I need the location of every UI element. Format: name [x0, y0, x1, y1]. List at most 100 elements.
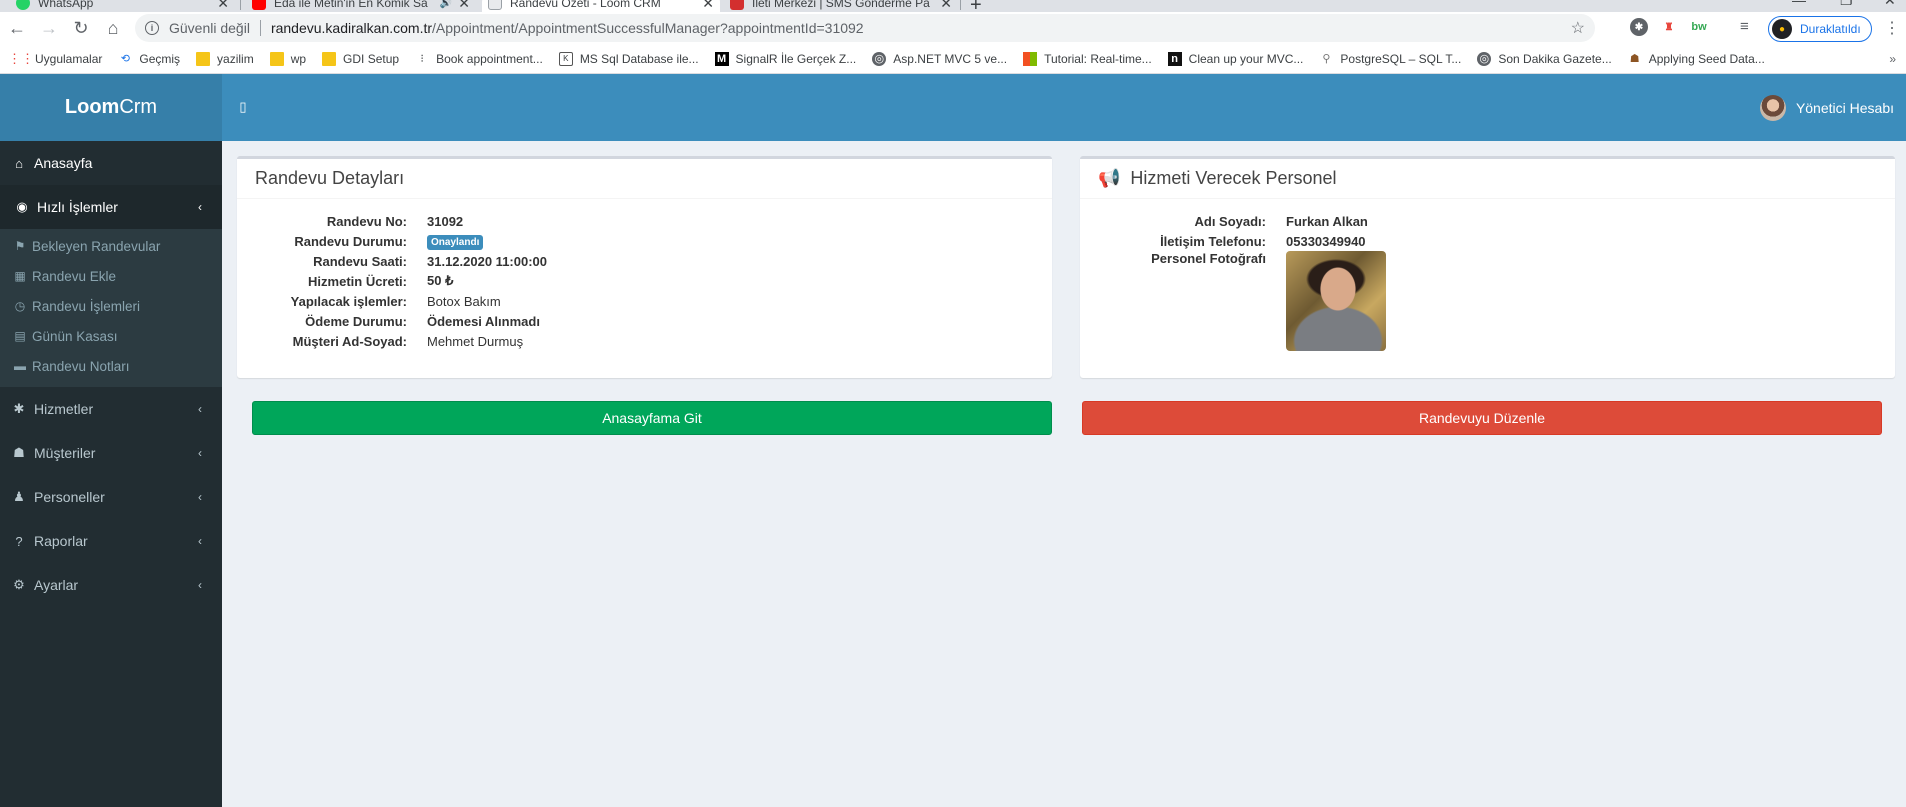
user-menu[interactable]: Yönetici Hesabı: [1759, 74, 1894, 141]
extension-gear-icon[interactable]: ✱: [1630, 18, 1648, 36]
browser-tab-youtube[interactable]: Eda ile Metin'in En Komik Sa 🔊 ✕: [246, 0, 476, 12]
sidebar-item-raporlar[interactable]: ? Raporlar ‹: [0, 519, 222, 563]
sidebar-item-musteriler[interactable]: ☗ Müşteriler ‹: [0, 431, 222, 475]
profile-button[interactable]: ● Duraklatıldı: [1768, 16, 1872, 42]
bookmark-aspnet[interactable]: ◎ Asp.NET MVC 5 ve...: [864, 47, 1015, 71]
bookmark-label: Uygulamalar: [35, 51, 103, 66]
url-divider: [259, 20, 261, 36]
bookmark-star-icon[interactable]: ☆: [1571, 18, 1585, 38]
bookmark-son-dakika[interactable]: ◎ Son Dakika Gazete...: [1469, 47, 1619, 71]
address-bar[interactable]: i Güvenli değil randevu.kadiralkan.com.t…: [135, 14, 1595, 42]
bookmark-apps[interactable]: ⋮⋮ Uygulamalar: [6, 47, 110, 71]
tab-title: WhatsApp: [38, 0, 94, 10]
tab-title: Eda ile Metin'in En Komik Sa: [274, 0, 428, 10]
minimize-icon[interactable]: —: [1792, 0, 1806, 8]
url-path[interactable]: /Appointment/AppointmentSuccessfulManage…: [432, 20, 864, 36]
detail-label: İletişim Telefonu:: [1160, 233, 1266, 249]
bookmark-folder-yazilim[interactable]: yazilim: [188, 47, 262, 71]
bookmark-folder-wp[interactable]: wp: [262, 47, 314, 71]
bookmarks-overflow-icon[interactable]: »: [1889, 52, 1896, 66]
sidebar-item-label: Müşteriler: [34, 445, 96, 461]
staff-details-list: Adı Soyadı: Furkan Alkan İletişim Telefo…: [1080, 199, 1895, 351]
bookmark-label: Clean up your MVC...: [1188, 51, 1304, 66]
bookmark-tutorial[interactable]: Tutorial: Real-time...: [1015, 47, 1160, 71]
more-menu-icon[interactable]: ⋮: [1884, 18, 1900, 38]
home-page-icon[interactable]: ⌂: [98, 13, 128, 43]
sidebar-item-personeller[interactable]: ♟ Personeller ‹: [0, 475, 222, 519]
users-icon: ☗: [13, 445, 25, 460]
bookmark-book-appointment[interactable]: ⁝ Book appointment...: [407, 47, 551, 71]
sql-icon: ⚲: [1322, 53, 1331, 65]
submenu-label: Randevu Ekle: [32, 268, 117, 284]
detail-row: Randevu Durumu: Onaylandı: [237, 231, 1052, 251]
media-queue-icon[interactable]: ≡: [1740, 18, 1749, 35]
close-icon[interactable]: ✕: [458, 0, 470, 12]
sidebar-item-hizli-islemler[interactable]: ◉ Hızlı İşlemler ‹: [0, 185, 222, 229]
sidebar: ⌂ Anasayfa ◉ Hızlı İşlemler ‹ ⚑ Bekleyen…: [0, 141, 222, 807]
sidebar-item-ayarlar[interactable]: ⚙ Ayarlar ‹: [0, 563, 222, 607]
close-window-icon[interactable]: ✕: [1884, 0, 1896, 9]
dots-icon: ⁝: [420, 53, 424, 65]
sidebar-toggle-icon[interactable]: ▯: [234, 98, 252, 116]
browser-tab-whatsapp[interactable]: WhatsApp ✕: [10, 0, 235, 12]
bookmark-cleanup[interactable]: n Clean up your MVC...: [1160, 47, 1312, 71]
edit-appointment-button[interactable]: Randevuyu Düzenle: [1082, 401, 1882, 435]
cogs-icon: ⚙: [13, 577, 25, 592]
tab-separator: [960, 0, 961, 10]
detail-label: Personel Fotoğrafı: [1151, 251, 1266, 266]
go-home-button[interactable]: Anasayfama Git: [252, 401, 1052, 435]
bookmark-history[interactable]: ⟲ Geçmiş: [110, 47, 188, 71]
url-host[interactable]: randevu.kadiralkan.com.tr: [271, 20, 432, 36]
info-icon[interactable]: i: [145, 21, 159, 35]
sidebar-item-label: Anasayfa: [34, 155, 93, 171]
browser-tab-sms[interactable]: İleti Merkezi | SMS Gönderme Pa ✕: [724, 0, 958, 12]
bookmark-postgresql[interactable]: ⚲ PostgreSQL – SQL T...: [1311, 47, 1469, 71]
appointment-box-title: Randevu Detayları: [255, 168, 405, 188]
profile-avatar: ●: [1772, 19, 1792, 39]
bookmark-signalr[interactable]: M SignalR İle Gerçek Z...: [707, 47, 865, 71]
submenu-item-pending[interactable]: ⚑ Bekleyen Randevular: [0, 231, 222, 261]
browser-tab-active[interactable]: Randevu Özeti - Loom CRM ✕: [482, 0, 720, 12]
close-icon[interactable]: ✕: [702, 0, 714, 12]
close-icon[interactable]: ✕: [217, 0, 229, 12]
service-name: Botox Bakım: [427, 293, 501, 309]
maximize-icon[interactable]: ❐: [1840, 0, 1853, 9]
sidebar-item-hizmetler[interactable]: ✱ Hizmetler ‹: [0, 387, 222, 431]
content-area: Randevu Detayları Randevu No: 31092 Rand…: [222, 141, 1906, 807]
profile-label: Duraklatıldı: [1800, 22, 1861, 36]
submenu-item-cashbox[interactable]: ▤ Günün Kasası: [0, 321, 222, 351]
extension-red-icon[interactable]: ♜: [1660, 18, 1678, 36]
reload-icon[interactable]: ↻: [66, 13, 96, 43]
security-indicator[interactable]: Güvenli değil: [169, 20, 250, 36]
bookmark-label: GDI Setup: [343, 51, 400, 66]
youtube-icon: [252, 0, 266, 10]
detail-row: Randevu No: 31092: [237, 211, 1052, 231]
bookmark-label: SignalR İle Gerçek Z...: [735, 51, 857, 66]
speaker-icon[interactable]: 🔊: [440, 0, 452, 9]
close-icon[interactable]: ✕: [940, 0, 952, 12]
bookmark-folder-gdi[interactable]: GDI Setup: [314, 47, 407, 71]
extension-bw-icon[interactable]: bw: [1690, 18, 1708, 36]
home-icon: ⌂: [15, 155, 23, 171]
submenu-item-notes[interactable]: ▬ Randevu Notları: [0, 351, 222, 381]
quick-actions-submenu: ⚑ Bekleyen Randevular ▦ Randevu Ekle ◷ R…: [0, 229, 222, 387]
submenu-item-add[interactable]: ▦ Randevu Ekle: [0, 261, 222, 291]
app-header: Loom Crm ▯ Yönetici Hesabı: [0, 74, 1906, 141]
folder-icon: [322, 51, 337, 66]
bookmark-seed-data[interactable]: ☗ Applying Seed Data...: [1620, 47, 1773, 71]
bookmark-mssql[interactable]: K MS Sql Database ile...: [551, 47, 707, 71]
sidebar-item-anasayfa[interactable]: ⌂ Anasayfa: [0, 141, 222, 185]
appointment-details-list: Randevu No: 31092 Randevu Durumu: Onayla…: [237, 199, 1052, 351]
detail-row: Hizmetin Ücreti: 50 ₺: [237, 271, 1052, 291]
tab-title: İleti Merkezi | SMS Gönderme Pa: [752, 0, 930, 10]
submenu-label: Bekleyen Randevular: [32, 238, 161, 254]
new-tab-button[interactable]: +: [970, 0, 982, 12]
history-icon: ⟲: [120, 53, 130, 65]
back-icon[interactable]: ←: [2, 13, 32, 43]
forward-icon[interactable]: →: [34, 13, 64, 43]
submenu-item-operations[interactable]: ◷ Randevu İşlemleri: [0, 291, 222, 321]
detail-row: İletişim Telefonu: 05330349940: [1080, 231, 1895, 251]
staff-box-title: Hizmeti Verecek Personel: [1130, 168, 1337, 188]
app-logo[interactable]: Loom Crm: [0, 74, 222, 141]
browser-tabstrip: WhatsApp ✕ Eda ile Metin'in En Komik Sa …: [0, 0, 1906, 12]
